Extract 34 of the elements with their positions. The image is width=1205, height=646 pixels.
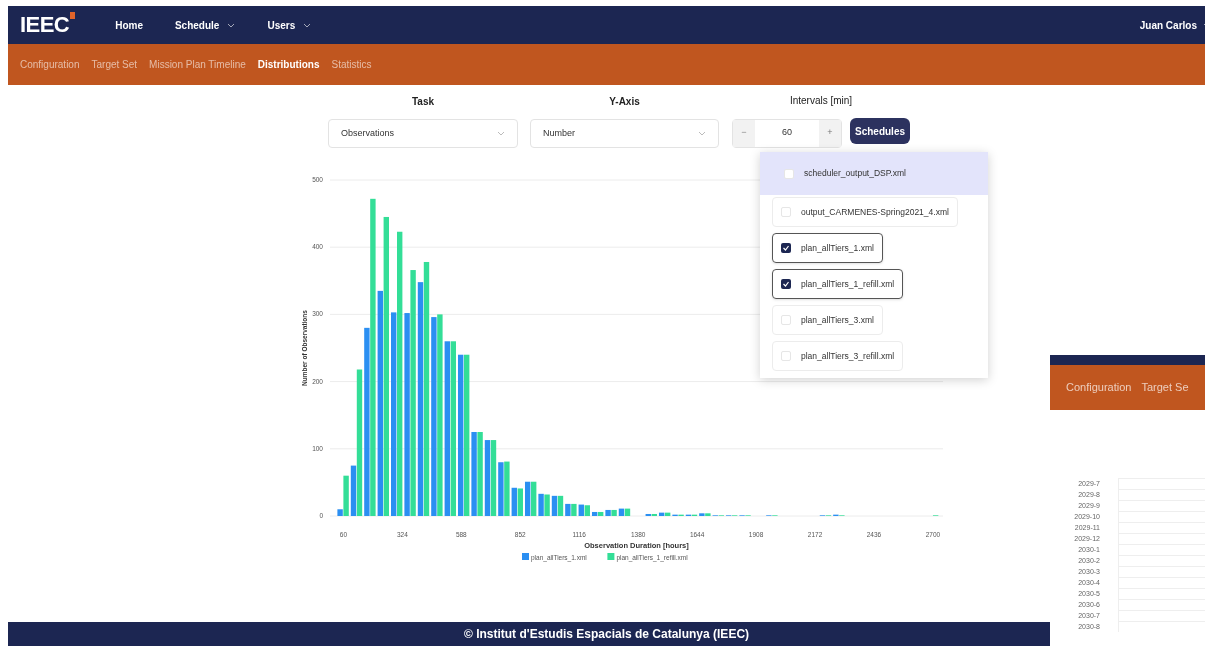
schedule-option[interactable]: scheduler_output_DSP.xml <box>760 152 988 195</box>
checkbox[interactable] <box>781 351 791 361</box>
field-label: Intervals [min] <box>789 94 853 108</box>
nav-link[interactable]: Home <box>115 17 143 33</box>
schedule-option[interactable]: output_CARMENES-Spring2021_4.xml <box>772 197 958 227</box>
logo-text: IEEC <box>20 14 70 36</box>
dropdown-select[interactable]: Number <box>530 119 719 148</box>
minus-button[interactable]: − <box>733 119 755 147</box>
legend-swatch <box>607 553 615 560</box>
checkbox[interactable] <box>781 279 791 289</box>
field-label: Y-Axis <box>609 95 640 109</box>
checkbox[interactable] <box>781 207 791 217</box>
copyright-text: © Institut d'Estudis Espacials de Catalunya (IEEC) <box>463 626 750 643</box>
checkbox[interactable] <box>781 315 791 325</box>
number-stepper[interactable]: − 60 + <box>732 118 842 148</box>
checkbox[interactable] <box>784 168 794 179</box>
chevron-icon <box>497 131 505 136</box>
plus-button[interactable]: + <box>819 119 841 147</box>
field-label: Task <box>411 95 435 109</box>
checkbox[interactable] <box>781 243 791 253</box>
legend-swatch <box>522 553 529 560</box>
user-menu[interactable]: Juan Carlos <box>1139 17 1205 33</box>
nav-link[interactable]: Schedule <box>174 17 236 33</box>
dropdown-select[interactable]: Observations <box>328 119 518 148</box>
nav-link[interactable]: Users <box>267 17 312 33</box>
logo-mark-icon <box>70 12 76 19</box>
stepper-value: 60 <box>781 126 793 140</box>
chevron-icon <box>698 131 706 136</box>
tab[interactable]: Distributions <box>257 57 320 72</box>
schedule-option[interactable]: plan_allTiers_3_refill.xml <box>772 341 904 371</box>
schedules-button[interactable]: Schedules <box>850 118 911 144</box>
schedule-option[interactable]: plan_allTiers_1_refill.xml <box>772 269 904 299</box>
schedule-option[interactable]: plan_allTiers_3.xml <box>772 305 883 335</box>
schedule-option[interactable]: plan_allTiers_1.xml <box>772 233 883 263</box>
